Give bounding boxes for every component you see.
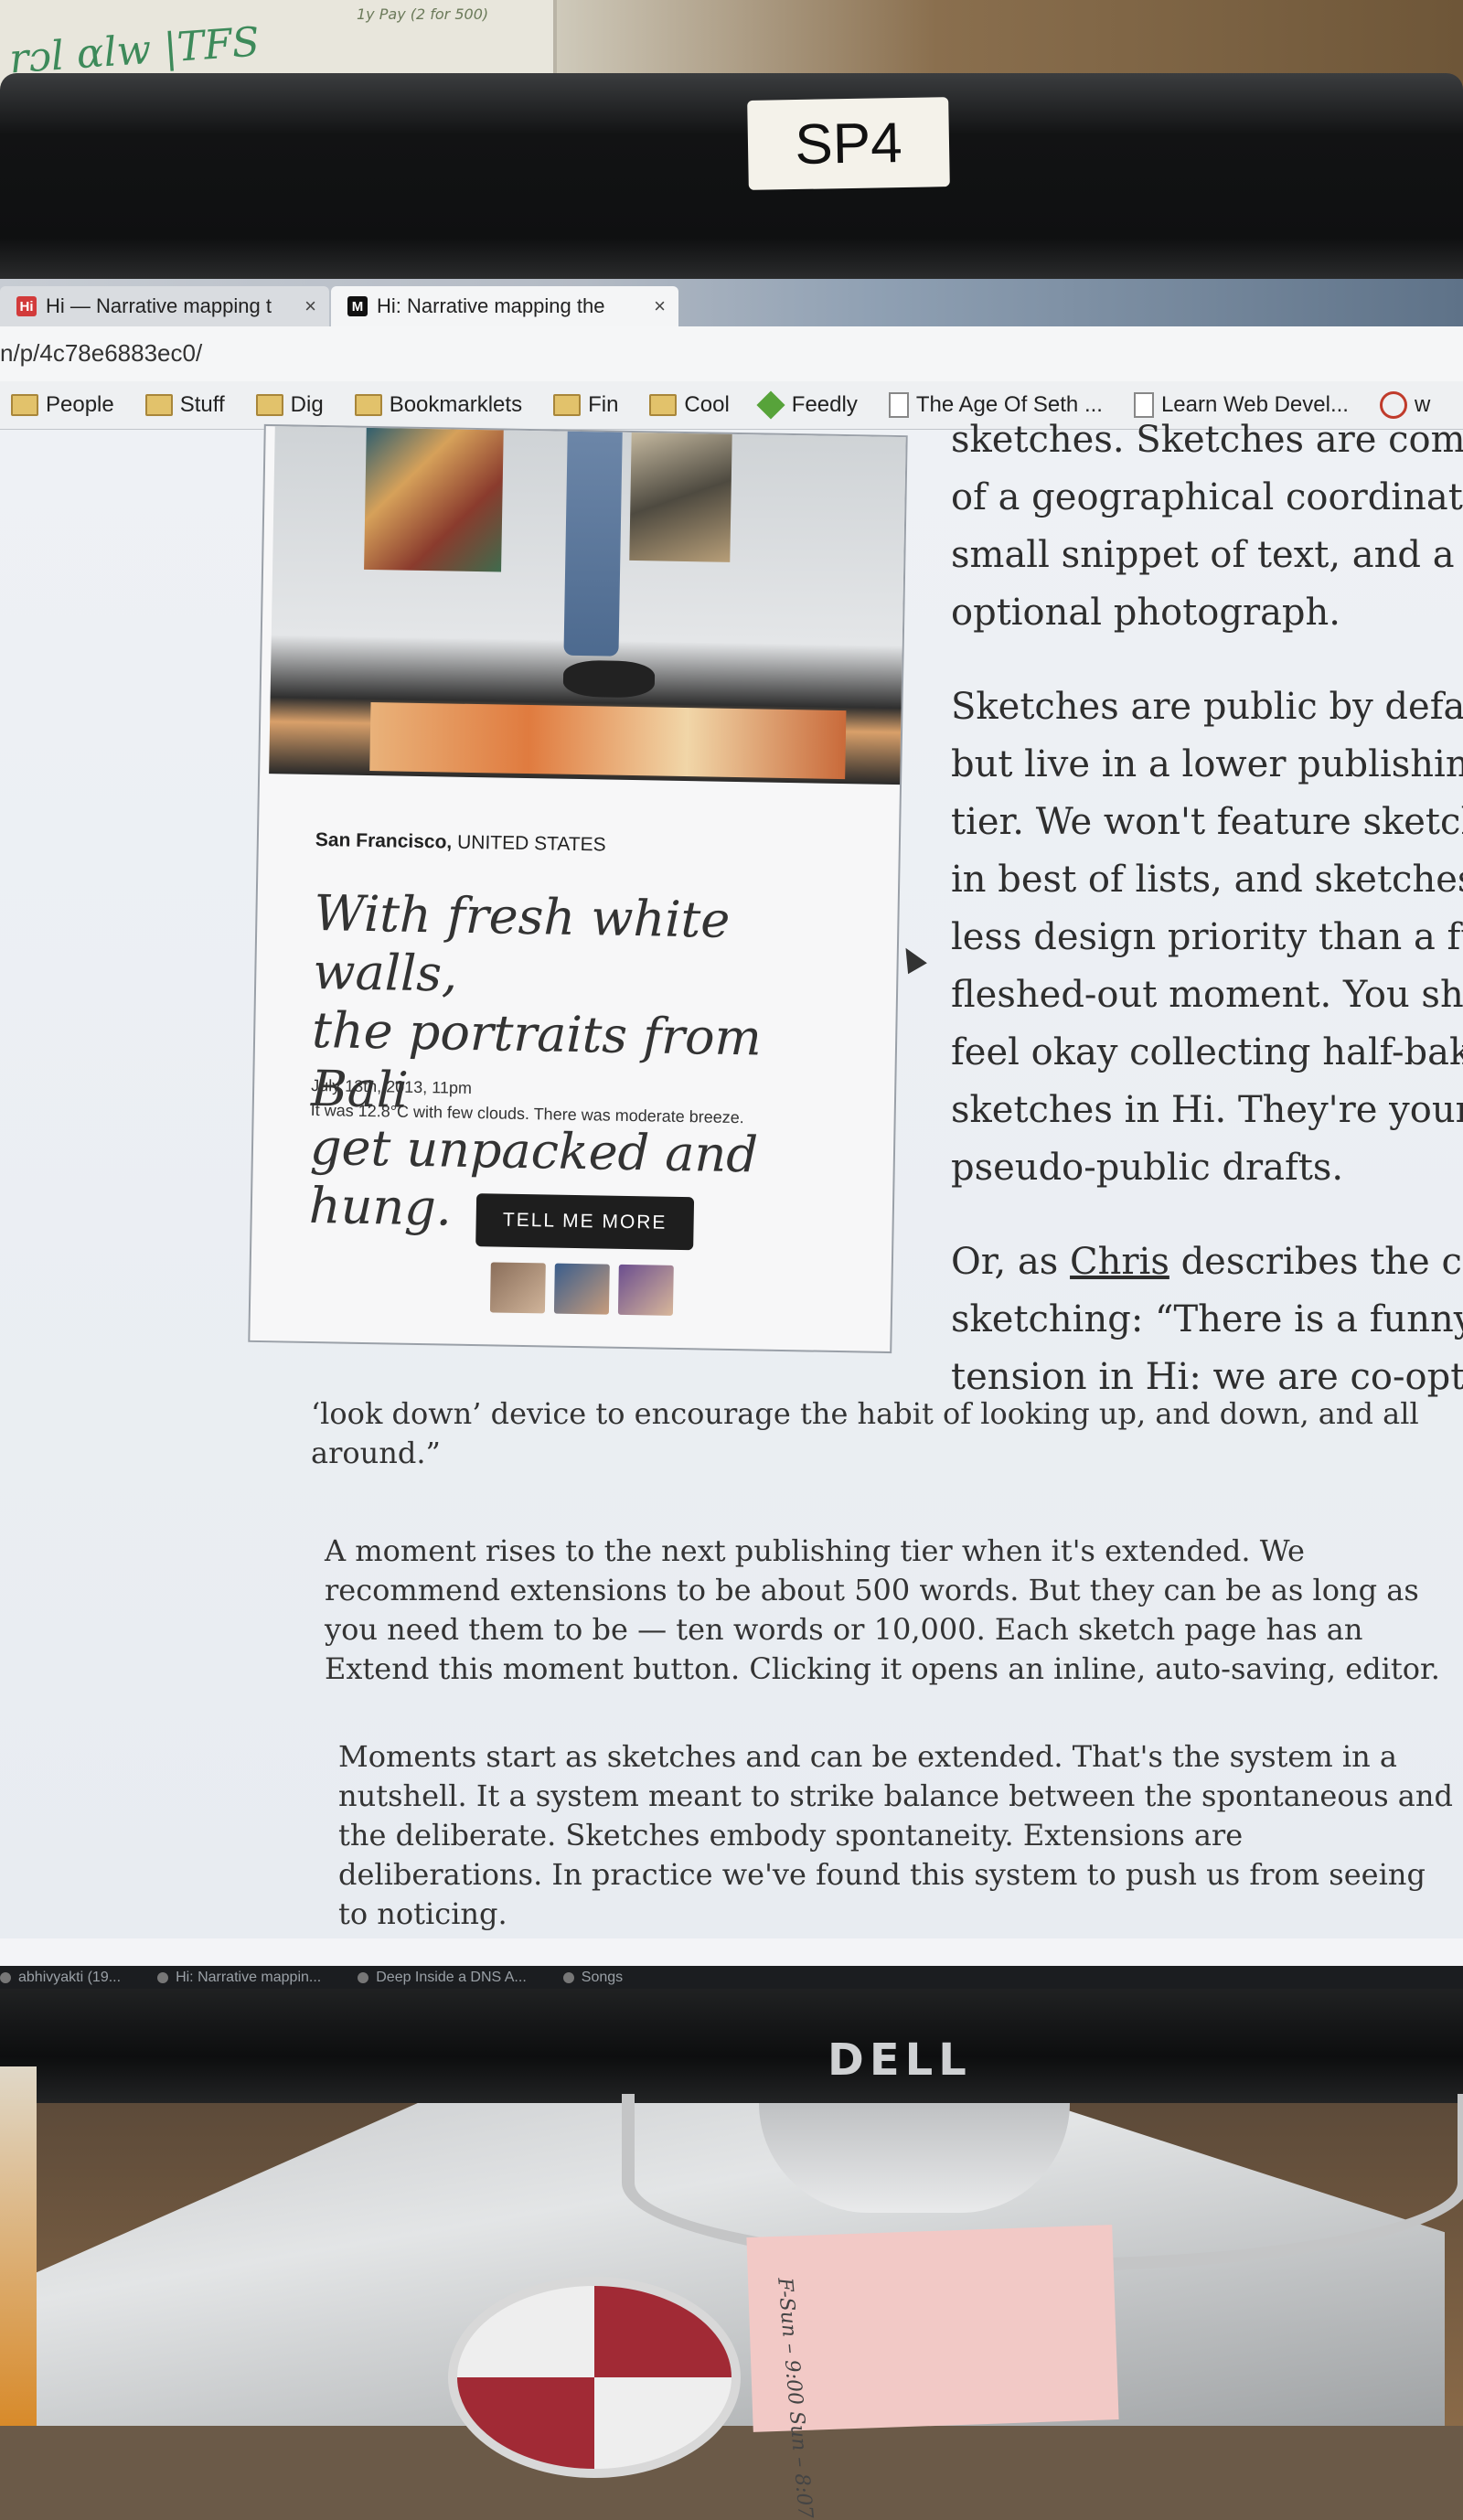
taskbar-item[interactable]: Deep Inside a DNS A... (358, 1970, 527, 1986)
monitor-bezel-top (0, 73, 1463, 279)
taskbar-label: abhivyakti (19... (18, 1969, 122, 1985)
bookmark-label: Bookmarklets (389, 392, 523, 417)
folder-icon (11, 394, 38, 416)
whiteboard-note: 1y Pay (2 for 500) (357, 5, 489, 23)
avatar-group (489, 1262, 674, 1316)
text-run: describes the crux o (1180, 1241, 1463, 1283)
bookmark-fin[interactable]: Fin (542, 392, 618, 418)
page-icon (888, 392, 909, 418)
moment-card: San Francisco, UNITED STATES With fresh … (248, 423, 908, 1354)
person-figure (563, 431, 623, 657)
text-line: sketches in Hi. They're your (951, 1089, 1463, 1131)
article-paragraph-tail: ‘look down’ device to encourage the habi… (311, 1396, 1419, 1470)
taskbar-item[interactable]: Songs (562, 1969, 624, 1986)
text-line: optional photograph. (951, 592, 1341, 634)
article-paragraph: Or, as Chris describes the crux o sketch… (951, 1233, 1463, 1406)
article-paragraph: sketches. Sketches are com of a geograph… (951, 411, 1463, 642)
monitor-label-sticker: SP4 (747, 97, 950, 190)
taskbar-label: Deep Inside a DNS A... (376, 1969, 527, 1985)
text-line: sketches. Sketches are com (951, 419, 1463, 461)
avatar[interactable] (489, 1262, 546, 1314)
bookmark-bookmarklets[interactable]: Bookmarklets (344, 392, 522, 418)
bookmark-feedly[interactable]: Feedly (750, 390, 858, 420)
location-country: UNITED STATES (456, 831, 606, 856)
avatar[interactable] (553, 1263, 610, 1315)
folder-icon (649, 394, 678, 416)
office-chair (562, 659, 656, 699)
monitor-screen: Hi Hi — Narrative mapping t × M Hi: Narr… (0, 279, 1463, 1989)
tab-title: Hi: Narrative mapping the (377, 294, 605, 317)
bookmark-people[interactable]: People (0, 392, 114, 418)
app-icon (562, 1971, 574, 1983)
text-line: fleshed-out moment. You shou (951, 974, 1463, 1016)
hi-logo-icon: Hi (16, 296, 37, 316)
text-line: Or, as Chris describes the crux o (951, 1233, 1463, 1291)
painted-rug (369, 702, 847, 780)
folder-icon (144, 394, 173, 416)
text-line: Sketches are public by defau (951, 686, 1463, 728)
round-badge (448, 2277, 741, 2478)
medium-logo-icon: M (347, 296, 368, 316)
address-bar[interactable]: n/p/4c78e6883ec0/ (0, 326, 1463, 382)
article-paragraph: Sketches are public by defau but live in… (951, 678, 1463, 1197)
bookmark-stuff[interactable]: Stuff (134, 392, 225, 418)
text-line: sketching: “There is a funny (951, 1298, 1463, 1340)
text-run: Or, as (951, 1241, 1071, 1283)
app-icon (0, 1971, 11, 1983)
bookmark-label: Cool (684, 392, 730, 417)
text-line: feel okay collecting half-baked (951, 1031, 1463, 1073)
tab-title: Hi — Narrative mapping t (46, 294, 272, 317)
text-line: of a geographical coordinat (951, 476, 1463, 518)
close-icon[interactable]: × (654, 294, 666, 318)
text-line: but live in a lower publishing (951, 743, 1463, 785)
text-line: small snippet of text, and a (951, 534, 1455, 576)
bookmark-dig[interactable]: Dig (245, 392, 324, 418)
app-icon (358, 1971, 369, 1983)
portrait-painting (364, 427, 504, 572)
taskbar: abhivyakti (19... Hi: Narrative mappin..… (0, 1966, 1463, 1989)
article-right-column: sketches. Sketches are com of a geograph… (951, 419, 1463, 1443)
taskbar-item[interactable]: abhivyakti (19... (0, 1970, 121, 1986)
moment-photo (269, 426, 906, 785)
portrait-painting (629, 432, 732, 562)
tell-me-more-button[interactable]: TELL ME MORE (475, 1193, 695, 1251)
text-line: less design priority than a full (951, 916, 1463, 958)
taskbar-label: Hi: Narrative mappin... (176, 1969, 322, 1985)
moment-date: July 13th, 2013, 11pm (311, 1075, 473, 1098)
close-icon[interactable]: × (304, 294, 316, 318)
bookmark-label: Stuff (179, 392, 225, 417)
app-icon (157, 1971, 169, 1983)
text-line: tier. We won't feature sketche (951, 801, 1463, 843)
tab-hi-narrative-2[interactable]: M Hi: Narrative mapping the × (331, 286, 678, 326)
taskbar-item[interactable]: Hi: Narrative mappin... (157, 1970, 321, 1986)
dell-logo: DELL (828, 2034, 972, 2086)
bookmark-label: Dig (290, 392, 324, 417)
bookmark-cool[interactable]: Cool (638, 392, 730, 418)
plastic-bag (0, 2066, 37, 2426)
bookmark-label: Fin (588, 392, 619, 417)
avatar[interactable] (617, 1264, 674, 1316)
article-paragraph-extended: A moment rises to the next publishing ti… (325, 1533, 1440, 1686)
moment-location: San Francisco, UNITED STATES (315, 829, 606, 857)
text-line: in best of lists, and sketches g (951, 859, 1463, 901)
taskbar-label: Songs (581, 1969, 624, 1985)
folder-icon (255, 394, 283, 416)
chris-link[interactable]: Chris (1070, 1241, 1169, 1283)
folder-icon (354, 394, 382, 416)
folder-icon (553, 394, 582, 416)
tab-bar: Hi Hi — Narrative mapping t × M Hi: Narr… (0, 279, 1463, 326)
text-line: pseudo-public drafts. (951, 1147, 1344, 1189)
headline-line: With fresh white walls, (312, 883, 731, 1003)
tab-hi-narrative-1[interactable]: Hi Hi — Narrative mapping t × (0, 286, 329, 326)
article-paragraph-system: Moments start as sketches and can be ext… (338, 1739, 1453, 1931)
url-text[interactable]: n/p/4c78e6883ec0/ (0, 339, 202, 368)
page-content: San Francisco, UNITED STATES With fresh … (0, 419, 1463, 1938)
mouse-cursor-icon (896, 942, 927, 975)
feedly-icon (756, 390, 785, 420)
location-city: San Francisco, (315, 828, 453, 853)
bookmark-label: People (46, 392, 114, 417)
moment-headline: With fresh white walls, the portraits fr… (308, 884, 863, 1244)
bookmark-label: Feedly (791, 392, 858, 417)
